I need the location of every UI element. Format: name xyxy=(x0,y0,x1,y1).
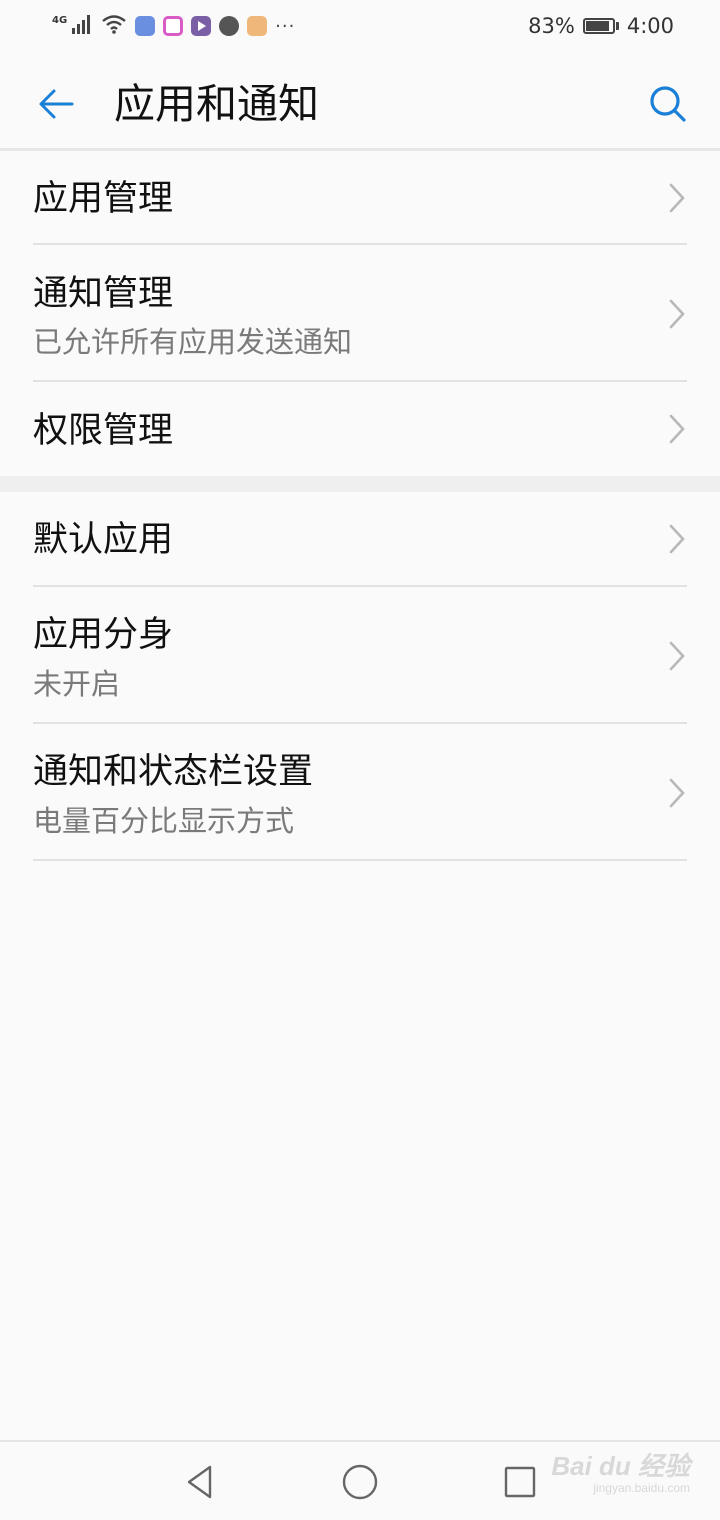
nav-back-button[interactable] xyxy=(178,1460,222,1504)
item-label: 通知管理 xyxy=(33,274,174,314)
app-bar: 应用和通知 xyxy=(0,58,720,148)
chevron-right-icon xyxy=(669,299,685,329)
list-item-app-management[interactable]: 应用管理 xyxy=(0,151,720,245)
signal-icon xyxy=(71,14,93,38)
settings-section-1: 应用管理 通知管理 已允许所有应用发送通知 权限管理 xyxy=(0,151,720,476)
section-divider xyxy=(0,476,720,492)
wifi-icon xyxy=(101,14,127,38)
item-label: 应用管理 xyxy=(33,179,174,219)
app-notification-icon-1 xyxy=(135,16,156,36)
app-notification-icon-3 xyxy=(191,16,212,36)
search-icon xyxy=(650,86,686,122)
chevron-right-icon xyxy=(669,414,685,444)
status-icons-right: 83% 4:00 xyxy=(528,14,674,38)
network-type: 4G xyxy=(52,14,68,26)
search-button[interactable] xyxy=(640,76,696,132)
status-bar: 4G ··· 83% 4:00 xyxy=(0,0,720,58)
chevron-right-icon xyxy=(669,524,685,554)
watermark-url: jingyan.baidu.com xyxy=(593,1481,690,1495)
arrow-left-icon xyxy=(39,89,74,119)
nav-recents-button[interactable] xyxy=(498,1460,542,1504)
more-notifications-icon: ··· xyxy=(275,15,296,37)
item-label: 默认应用 xyxy=(33,520,174,560)
battery-icon xyxy=(582,18,619,34)
item-subtitle: 电量百分比显示方式 xyxy=(33,804,295,838)
chevron-right-icon xyxy=(669,778,685,808)
circle-home-icon xyxy=(342,1464,378,1500)
clock: 4:00 xyxy=(626,14,674,38)
battery-percent: 83% xyxy=(528,14,575,38)
page-title: 应用和通知 xyxy=(114,80,319,128)
list-item-notification-management[interactable]: 通知管理 已允许所有应用发送通知 xyxy=(0,245,720,382)
list-item-permission-management[interactable]: 权限管理 xyxy=(0,382,720,476)
chevron-right-icon xyxy=(669,641,685,671)
battery-fill xyxy=(585,21,610,31)
app-notification-icon-4 xyxy=(219,16,240,36)
square-recents-icon xyxy=(504,1466,536,1498)
app-notification-icon-5 xyxy=(247,16,268,36)
list-item-notification-statusbar-settings[interactable]: 通知和状态栏设置 电量百分比显示方式 xyxy=(0,724,720,861)
watermark: Bai du 经验 jingyan.baidu.com xyxy=(551,1446,690,1495)
item-label: 权限管理 xyxy=(33,411,174,451)
item-subtitle: 已允许所有应用发送通知 xyxy=(33,325,353,359)
item-label: 应用分身 xyxy=(33,615,174,655)
watermark-logo: Bai du 经验 xyxy=(551,1451,690,1481)
back-button[interactable] xyxy=(28,76,84,132)
list-item-default-apps[interactable]: 默认应用 xyxy=(0,492,720,587)
chevron-right-icon xyxy=(669,183,685,213)
list-item-app-twin[interactable]: 应用分身 未开启 xyxy=(0,587,720,724)
settings-section-2: 默认应用 应用分身 未开启 通知和状态栏设置 电量百分比显示方式 xyxy=(0,492,720,861)
nav-home-button[interactable] xyxy=(338,1460,382,1504)
status-icons-left: 4G ··· xyxy=(52,14,295,38)
triangle-back-icon xyxy=(187,1465,212,1499)
item-label: 通知和状态栏设置 xyxy=(33,752,314,792)
app-notification-icon-2 xyxy=(163,16,184,36)
item-subtitle: 未开启 xyxy=(33,667,121,701)
